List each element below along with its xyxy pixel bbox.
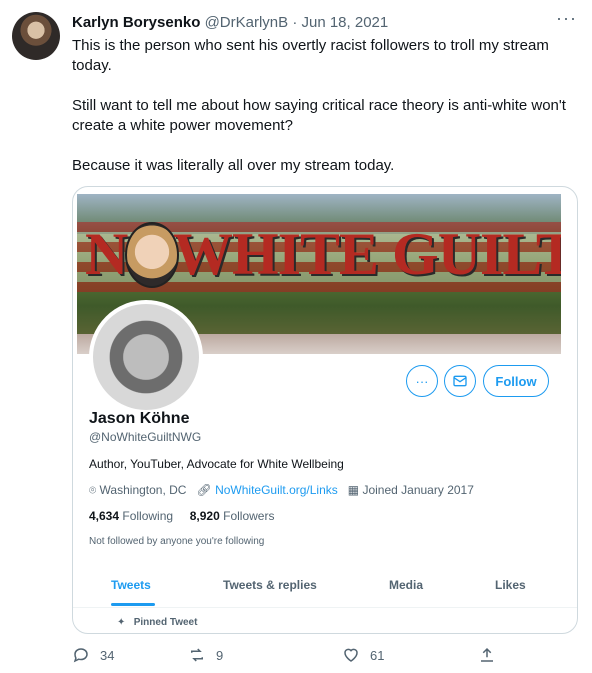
profile-name: Jason Köhne [89,410,190,427]
reply-button[interactable]: 34 [72,646,114,664]
reply-icon [73,648,88,663]
author-avatar[interactable] [12,12,60,60]
reply-count: 34 [100,647,115,663]
retweet-count: 9 [216,647,224,663]
following-count: 4,634 [89,509,120,523]
joined: ▦ Joined January 2017 [348,483,474,498]
joined-text: Joined January 2017 [362,483,474,497]
tweet-paragraph: Still want to tell me about how saying c… [72,97,566,134]
more-button[interactable]: ··· [406,365,438,397]
tab-tweets: Tweets [111,578,151,592]
active-tab-indicator [111,603,155,606]
website-link: NoWhiteGuilt.org/Links [215,483,338,497]
share-icon [481,647,493,662]
location: ⌾ Washington, DC [89,483,186,498]
followers-label: Followers [223,509,275,523]
separator: · [292,14,298,31]
more-icon: ··· [415,373,429,389]
website: 🔗︎ NoWhiteGuilt.org/Links [196,483,337,498]
tweet-paragraph: Because it was literally all over my str… [72,157,395,174]
following-label: Following [122,509,174,523]
link-icon: 🔗︎ [196,483,212,497]
tweet-date[interactable]: Jun 18, 2021 [301,14,388,31]
tab-likes: Likes [495,578,526,592]
profile-avatar [89,300,203,414]
tweet-text: This is the person who sent his overtly … [72,36,582,196]
like-button[interactable]: 61 [342,646,384,664]
location-icon: ⌾ [89,483,97,497]
tab-media: Media [389,578,424,592]
profile-meta: ⌾ Washington, DC 🔗︎ NoWhiteGuilt.org/Lin… [89,483,474,498]
share-button[interactable] [478,646,496,664]
retweet-button[interactable]: 9 [188,646,223,664]
profile-counts: 4,634 Following 8,920 Followers [89,509,274,523]
more-options-icon[interactable]: ··· [556,8,577,29]
heart-icon [344,648,358,662]
location-text: Washington, DC [99,483,187,497]
pinned-tweet-label: ✦ Pinned Tweet [117,617,197,628]
banner-child-photo [125,222,179,288]
retweet-icon [191,648,203,662]
pinned-text: Pinned Tweet [133,617,198,628]
tweet-header: Karlyn Borysenko @DrKarlynB · Jun 18, 20… [72,13,388,33]
follow-button[interactable]: Follow [483,365,549,397]
followers-count: 8,920 [189,509,220,523]
author-name[interactable]: Karlyn Borysenko [72,14,200,31]
like-count: 61 [370,647,385,663]
calendar-icon: ▦ [347,483,360,497]
mail-icon [453,375,467,387]
profile-tabs: Tweets Tweets & replies Media Likes [73,565,577,608]
tweet-paragraph: This is the person who sent his overtly … [72,37,549,74]
message-button[interactable] [444,365,476,397]
tab-tweets-replies: Tweets & replies [223,578,317,592]
author-handle[interactable]: @DrKarlynB [205,14,289,31]
profile-card-image[interactable]: NOWHITE GUILT ··· Follow Jason Köhne @No… [72,186,578,634]
pin-icon: ✦ [117,617,126,628]
tweet-actions: 34 9 61 [72,646,502,668]
followed-by-text: Not followed by anyone you're following [89,536,265,547]
profile-bio: Author, YouTuber, Advocate for White Wel… [89,457,344,471]
profile-handle: @NoWhiteGuiltNWG [89,430,202,444]
